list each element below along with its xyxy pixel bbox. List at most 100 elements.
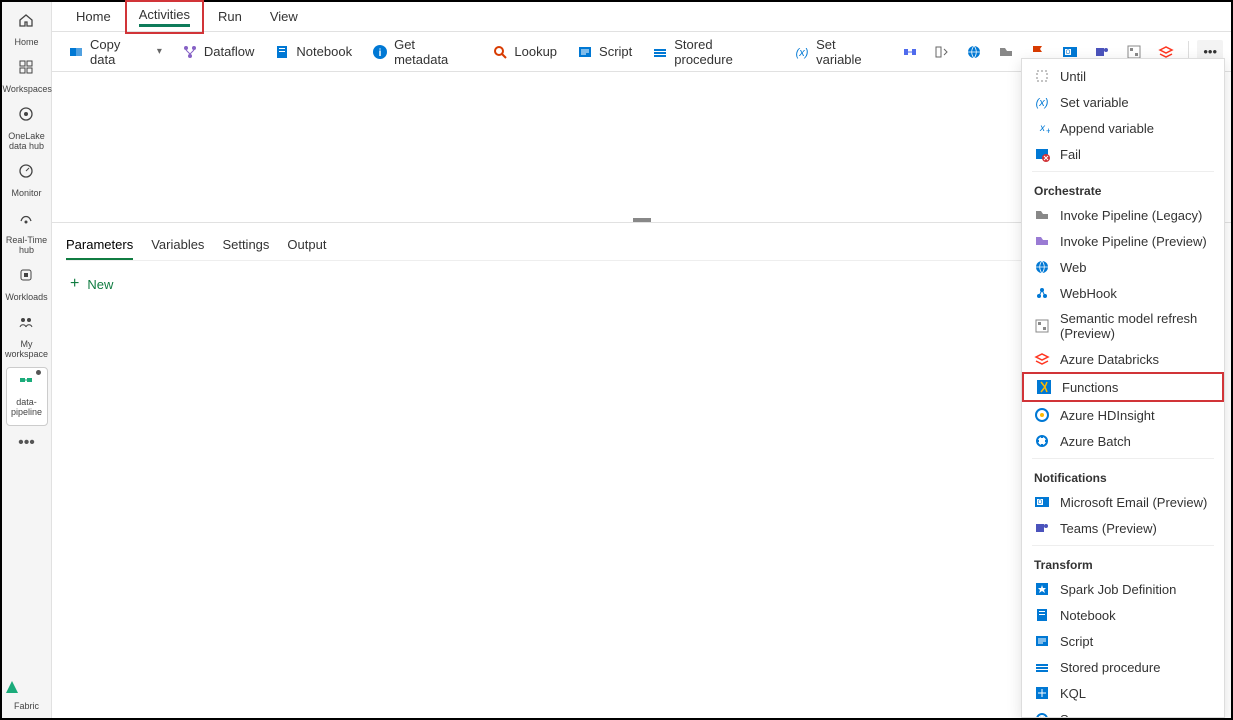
functions-icon [1036, 379, 1052, 395]
script-icon [1034, 633, 1050, 649]
databricks-icon [1034, 351, 1050, 367]
dd-item-web[interactable]: Web [1022, 254, 1224, 280]
webhook-icon [1034, 285, 1050, 301]
teams-icon [1034, 520, 1050, 536]
dd-item-azure-databricks[interactable]: Azure Databricks [1022, 346, 1224, 372]
get-metadata-button[interactable]: iGet metadata [364, 33, 480, 71]
until-icon [1034, 68, 1050, 84]
panel-tab-parameters[interactable]: Parameters [66, 231, 133, 260]
svg-text:(x): (x) [1036, 97, 1049, 109]
pipe-icon [902, 44, 918, 60]
dd-item-azure-batch[interactable]: Azure Batch [1022, 428, 1224, 454]
appendvar-icon: x+ [1034, 120, 1050, 136]
copy-data-button[interactable]: Copy data▾ [60, 33, 170, 71]
svg-text:+: + [1046, 126, 1050, 136]
dd-item-kql[interactable]: KQL [1022, 680, 1224, 706]
home-icon [18, 12, 36, 30]
set-variable-button[interactable]: (x)Set variable [786, 33, 892, 71]
tab-run[interactable]: Run [204, 2, 256, 31]
dd-item-webhook[interactable]: WebHook [1022, 280, 1224, 306]
grid-icon [18, 59, 36, 77]
panel-tab-output[interactable]: Output [287, 231, 326, 260]
onelake-icon [18, 106, 36, 124]
script-icon [577, 44, 593, 60]
copydata-icon [68, 44, 84, 60]
dd-group-notifications: Notifications [1022, 463, 1224, 489]
main-area: HomeActivitiesRunView Copy data▾Dataflow… [52, 2, 1231, 718]
tab-activities[interactable]: Activities [125, 0, 204, 34]
panel-resize-handle[interactable] [633, 218, 651, 222]
dd-item-stored-procedure[interactable]: Stored procedure [1022, 654, 1224, 680]
stored-procedure-button[interactable]: Stored procedure [644, 33, 782, 71]
rail-item-home[interactable]: Home [3, 8, 51, 55]
dd-item-invoke-pipeline-legacy-[interactable]: Invoke Pipeline (Legacy) [1022, 202, 1224, 228]
svg-text:O: O [1038, 500, 1043, 506]
dd-item-set-variable[interactable]: (x)Set variable [1022, 89, 1224, 115]
collapse-toolbar-button[interactable] [928, 40, 956, 64]
invoke-toolbar-button[interactable] [992, 40, 1020, 64]
dataflow-icon [182, 44, 198, 60]
dd-item-scope[interactable]: Scope [1022, 706, 1224, 718]
fabric-icon [3, 678, 51, 696]
lookup-icon [492, 44, 508, 60]
rail-item-monitor[interactable]: Monitor [3, 159, 51, 206]
semantic-icon [1034, 318, 1050, 334]
web-toolbar-button[interactable] [960, 40, 988, 64]
rail-item-data-pipeline[interactable]: data-pipeline [6, 367, 48, 426]
dd-item-teams-preview-[interactable]: Teams (Preview) [1022, 515, 1224, 541]
dd-item-fail[interactable]: Fail [1022, 141, 1224, 167]
setvar-icon: (x) [1034, 94, 1050, 110]
rail-fabric[interactable]: Fabric [3, 678, 51, 718]
dd-item-semantic-model-refresh-preview-[interactable]: Semantic model refresh (Preview) [1022, 306, 1224, 346]
dataflow-button[interactable]: Dataflow [174, 40, 263, 64]
rail-item-workloads[interactable]: Workloads [3, 263, 51, 310]
getmeta-icon: i [372, 44, 388, 60]
scope-icon [1034, 711, 1050, 718]
pipe-toolbar-button[interactable] [896, 40, 924, 64]
invoke-icon [1034, 207, 1050, 223]
panel-tab-settings[interactable]: Settings [222, 231, 269, 260]
rail-item-onelake-data-hub[interactable]: OneLakedata hub [3, 102, 51, 159]
svg-text:O: O [1066, 50, 1071, 56]
unsaved-dot-icon [36, 370, 41, 375]
top-tabs: HomeActivitiesRunView [52, 2, 1231, 32]
new-label: New [87, 277, 113, 292]
svg-text:i: i [379, 48, 382, 59]
rail-item-workspaces[interactable]: Workspaces [3, 55, 51, 102]
left-rail: HomeWorkspacesOneLakedata hubMonitorReal… [2, 2, 52, 718]
rail-more-button[interactable]: ••• [18, 426, 35, 460]
dd-group-orchestrate: Orchestrate [1022, 176, 1224, 202]
web-icon [1034, 259, 1050, 275]
dd-item-azure-hdinsight[interactable]: Azure HDInsight [1022, 402, 1224, 428]
svg-text:(x): (x) [796, 47, 809, 59]
tab-view[interactable]: View [256, 2, 312, 31]
dd-item-microsoft-email-preview-[interactable]: OMicrosoft Email (Preview) [1022, 489, 1224, 515]
lookup-button[interactable]: Lookup [484, 40, 565, 64]
dd-item-script[interactable]: Script [1022, 628, 1224, 654]
dd-item-functions[interactable]: Functions [1022, 372, 1224, 402]
rail-item-my-workspace[interactable]: Myworkspace [3, 310, 51, 367]
pipeline-icon [18, 372, 36, 390]
rail-item-real-time-hub[interactable]: Real-Timehub [3, 206, 51, 263]
plus-icon: + [70, 275, 79, 293]
notebook-button[interactable]: Notebook [266, 40, 360, 64]
panel-tab-variables[interactable]: Variables [151, 231, 204, 260]
notebook-icon [1034, 607, 1050, 623]
tab-home[interactable]: Home [62, 2, 125, 31]
script-button[interactable]: Script [569, 40, 640, 64]
spark-icon [1034, 581, 1050, 597]
hdi-icon [1034, 407, 1050, 423]
chevron-down-icon: ▾ [157, 46, 162, 57]
dd-item-notebook[interactable]: Notebook [1022, 602, 1224, 628]
workloads-icon [18, 267, 36, 285]
myws-icon [18, 314, 36, 332]
sproc-icon [652, 44, 668, 60]
batch-icon [1034, 433, 1050, 449]
dd-item-spark-job-definition[interactable]: Spark Job Definition [1022, 576, 1224, 602]
svg-text:x: x [1039, 123, 1046, 134]
dd-item-invoke-pipeline-preview-[interactable]: Invoke Pipeline (Preview) [1022, 228, 1224, 254]
dd-item-until[interactable]: Until [1022, 63, 1224, 89]
notebook-icon [274, 44, 290, 60]
dd-item-append-variable[interactable]: x+Append variable [1022, 115, 1224, 141]
sproc-icon [1034, 659, 1050, 675]
